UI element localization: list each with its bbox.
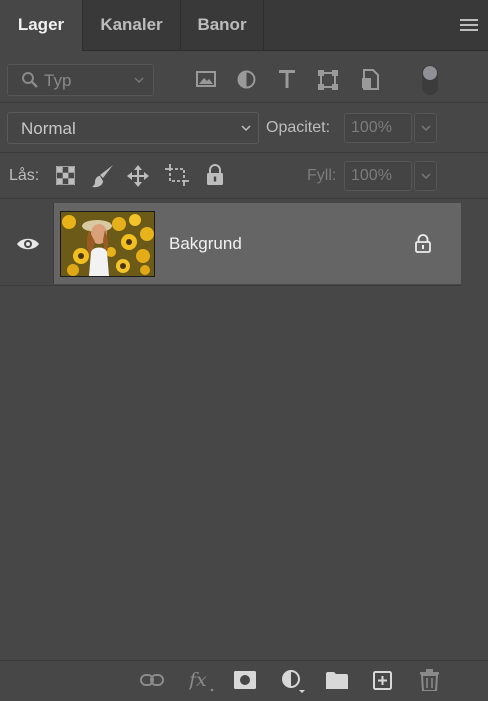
lock-image-pixels-icon[interactable]: [91, 163, 115, 189]
filter-toggle-switch[interactable]: [421, 64, 439, 96]
fx-icon[interactable]: fx: [189, 669, 215, 693]
search-icon: [21, 71, 39, 89]
opacity-dropdown-button[interactable]: [414, 113, 437, 143]
layer-lock-icon[interactable]: [415, 234, 431, 253]
add-mask-icon[interactable]: [234, 671, 256, 689]
opacity-label: Opacitet:: [266, 119, 331, 136]
chevron-down-icon: [421, 173, 431, 180]
tab-channels[interactable]: Kanaler: [83, 0, 180, 50]
tab-layers[interactable]: Lager: [0, 0, 82, 51]
panel-menu-icon[interactable]: [460, 18, 478, 32]
text-filter-icon[interactable]: [278, 69, 296, 89]
smart-object-filter-icon[interactable]: [361, 69, 379, 90]
layer-actions-bar: fx: [0, 660, 488, 701]
lock-transparent-pixels-icon[interactable]: [56, 166, 75, 185]
image-filter-icon[interactable]: [196, 70, 216, 88]
new-group-icon[interactable]: [326, 672, 348, 689]
eye-icon[interactable]: [16, 237, 40, 251]
delete-layer-icon[interactable]: [420, 669, 439, 691]
opacity-value: 100%: [351, 119, 392, 136]
tab-divider: [263, 0, 264, 50]
lock-artboard-icon[interactable]: [165, 164, 189, 186]
link-layers-icon[interactable]: [140, 673, 164, 687]
blend-mode-dropdown[interactable]: Normal: [7, 112, 259, 144]
row-divider: [0, 152, 488, 153]
filter-kind-dropdown[interactable]: Typ: [7, 64, 154, 96]
tab-paths[interactable]: Banor: [181, 0, 263, 50]
filter-kind-label: Typ: [44, 71, 72, 90]
layer-row-divider: [0, 285, 461, 286]
row-divider: [0, 198, 488, 199]
fill-value: 100%: [351, 167, 392, 184]
chevron-down-icon: [421, 125, 431, 132]
opacity-input[interactable]: 100%: [344, 113, 412, 143]
lock-label: Lås:: [9, 167, 40, 184]
adjustment-filter-icon[interactable]: [237, 70, 256, 89]
layer-visibility-cell[interactable]: [0, 203, 54, 284]
blend-mode-value: Normal: [21, 119, 76, 138]
lock-position-icon[interactable]: [127, 165, 149, 187]
panel-tab-bar: Lager Kanaler Banor: [0, 0, 488, 51]
fill-label: Fyll:: [307, 167, 337, 184]
chevron-down-icon: [241, 125, 251, 132]
chevron-down-icon: [134, 77, 144, 84]
layer-thumbnail[interactable]: [60, 211, 155, 277]
new-layer-icon[interactable]: [373, 671, 392, 690]
row-divider: [0, 102, 488, 103]
lock-all-icon[interactable]: [206, 164, 224, 186]
fill-dropdown-button[interactable]: [414, 161, 437, 191]
new-fill-adjustment-icon[interactable]: [281, 669, 307, 695]
fill-input[interactable]: 100%: [344, 161, 412, 191]
layer-name[interactable]: Bakgrund: [169, 234, 242, 254]
svg-text:fx: fx: [189, 669, 207, 691]
shape-filter-icon[interactable]: [318, 70, 338, 90]
